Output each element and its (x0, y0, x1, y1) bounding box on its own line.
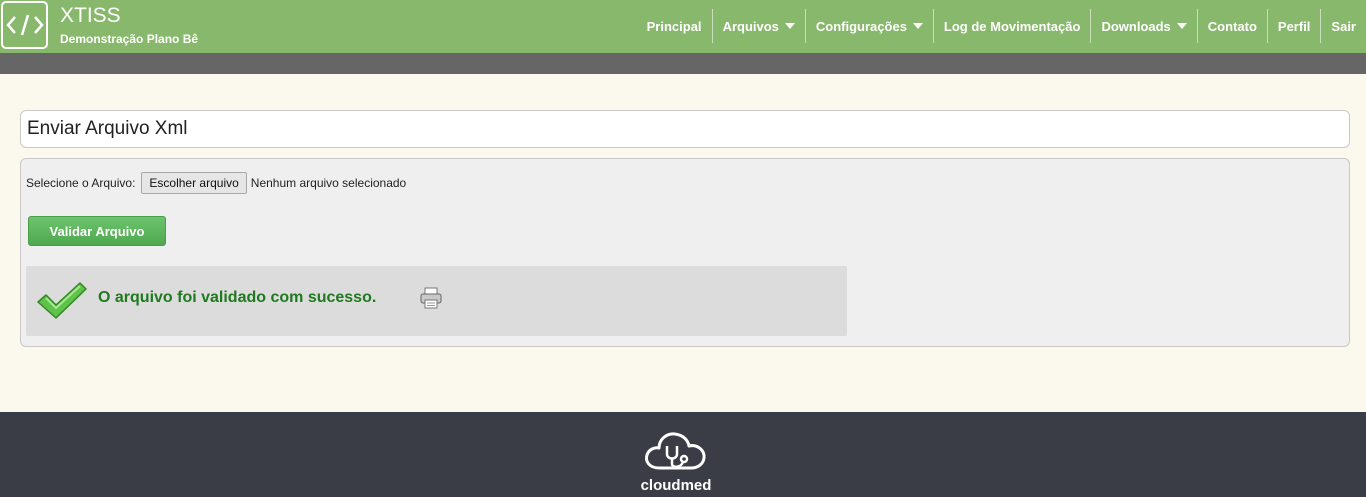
printer-icon[interactable] (419, 286, 443, 310)
checkmark-icon (37, 282, 87, 319)
nav-item-label: Principal (646, 18, 702, 34)
footer-logo: cloudmed (636, 428, 716, 494)
nav-item-log-movimentacao[interactable]: Log de Movimentação (932, 9, 1091, 43)
main-nav: Principal Arquivos Configurações Log de … (637, 9, 1366, 43)
nav-item-configuracoes[interactable]: Configurações (804, 9, 933, 43)
file-input-row: Selecione o Arquivo: Escolher arquivo Ne… (26, 172, 406, 194)
sub-navbar (0, 53, 1366, 74)
validation-success-message: O arquivo foi validado com sucesso. (98, 289, 377, 306)
nav-item-principal[interactable]: Principal (637, 9, 712, 43)
top-navbar: XTISS Demonstração Plano Bê Principal Ar… (0, 0, 1366, 53)
cloud-stethoscope-icon (645, 432, 706, 470)
file-status-text: Nenhum arquivo selecionado (250, 176, 407, 190)
nav-item-label: Perfil (1277, 18, 1311, 34)
nav-item-label: Arquivos (722, 18, 779, 34)
caret-down-icon (784, 23, 795, 29)
caret-down-icon (912, 23, 923, 29)
nav-item-label: Downloads (1101, 18, 1171, 34)
nav-item-label: Sair (1331, 18, 1356, 34)
file-input-label: Selecione o Arquivo: (26, 176, 136, 190)
nav-item-label: Configurações (815, 18, 907, 34)
footer: cloudmed (0, 412, 1366, 497)
app-title: XTISS (60, 4, 121, 27)
upload-panel: Selecione o Arquivo: Escolher arquivo Ne… (20, 158, 1350, 347)
validate-file-button[interactable]: Validar Arquivo (28, 216, 166, 246)
nav-item-contato[interactable]: Contato (1196, 9, 1267, 43)
choose-file-button[interactable]: Escolher arquivo (141, 172, 247, 194)
nav-item-arquivos[interactable]: Arquivos (711, 9, 805, 43)
code-brackets-icon[interactable] (1, 1, 48, 49)
page-title: Enviar Arquivo Xml (20, 110, 1350, 148)
nav-item-label: Log de Movimentação (943, 18, 1081, 34)
footer-brand: cloudmed (640, 477, 712, 494)
nav-item-label: Contato (1207, 18, 1257, 34)
caret-down-icon (1176, 23, 1187, 29)
nav-item-downloads[interactable]: Downloads (1090, 9, 1196, 43)
app-subtitle: Demonstração Plano Bê (60, 32, 199, 46)
nav-item-sair[interactable]: Sair (1320, 9, 1366, 43)
validation-result: O arquivo foi validado com sucesso. (26, 266, 847, 336)
nav-item-perfil[interactable]: Perfil (1266, 9, 1321, 43)
